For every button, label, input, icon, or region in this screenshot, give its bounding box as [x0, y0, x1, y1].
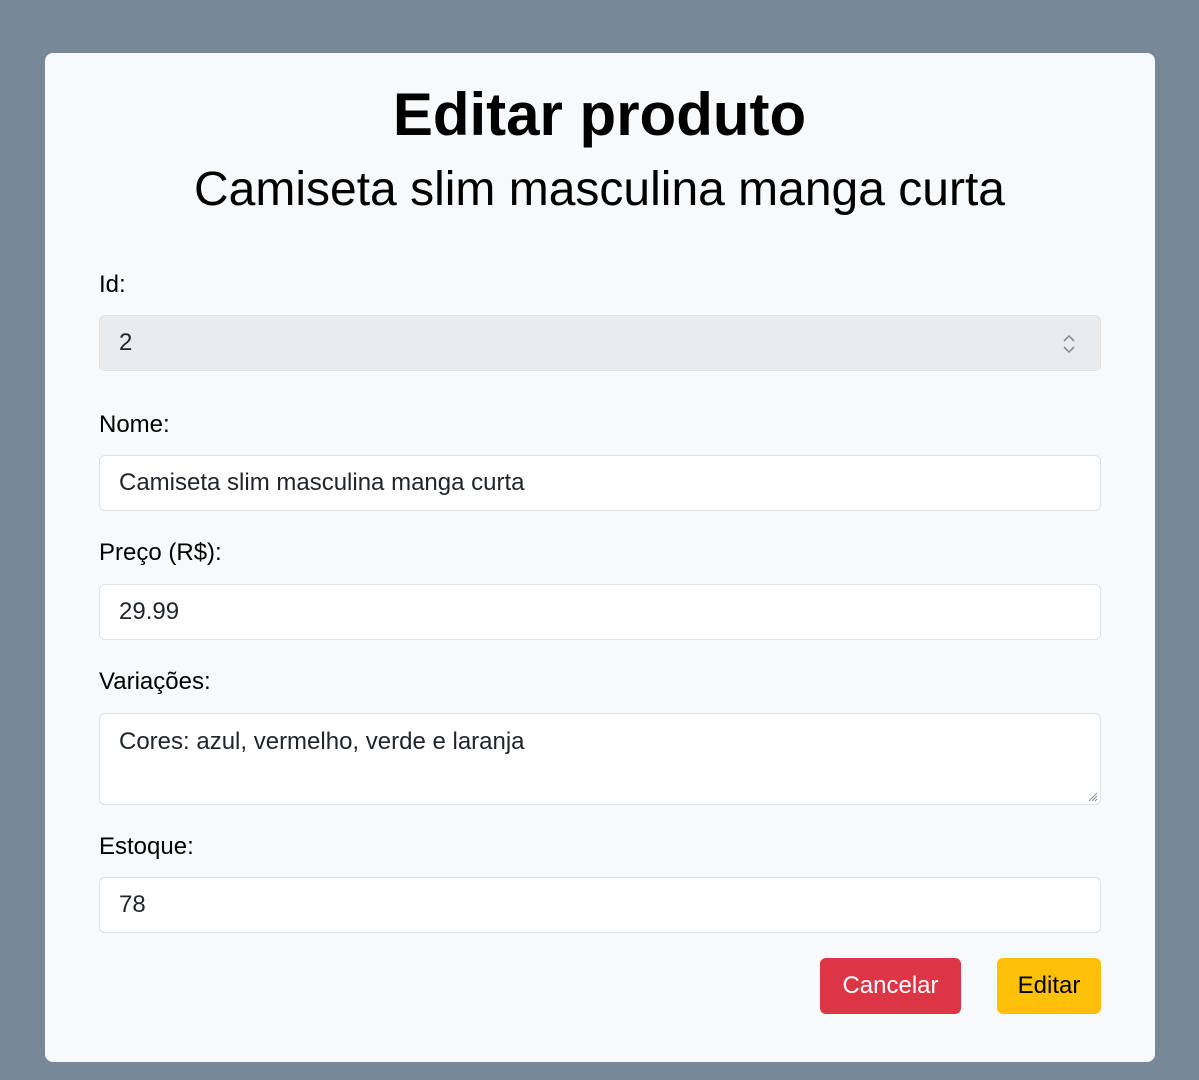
number-stepper-icon — [1063, 334, 1075, 354]
name-value: Camiseta slim masculina manga curta — [119, 469, 525, 496]
edit-button[interactable]: Editar — [997, 958, 1101, 1014]
name-label: Nome: — [99, 411, 170, 438]
page-title: Editar produto — [392, 81, 807, 148]
product-name-heading: Camiseta slim masculina manga curta — [194, 163, 1005, 216]
price-input[interactable]: 29.99 — [99, 584, 1101, 640]
variations-label: Variações: — [99, 668, 211, 695]
resize-handle-icon[interactable] — [1086, 790, 1098, 802]
id-value: 2 — [119, 329, 133, 356]
stock-input[interactable]: 78 — [99, 877, 1101, 933]
variations-value: Cores: azul, vermelho, verde e laranja — [119, 728, 525, 755]
cancel-button[interactable]: Cancelar — [820, 958, 961, 1014]
price-label: Preço (R$): — [99, 539, 222, 566]
variations-textarea[interactable]: Cores: azul, vermelho, verde e laranja — [99, 713, 1101, 805]
price-value: 29.99 — [119, 598, 180, 625]
id-label: Id: — [99, 271, 126, 298]
stock-label: Estoque: — [99, 833, 194, 860]
name-input[interactable]: Camiseta slim masculina manga curta — [99, 455, 1101, 511]
stock-value: 78 — [119, 891, 146, 918]
id-field: 2 — [99, 315, 1101, 371]
